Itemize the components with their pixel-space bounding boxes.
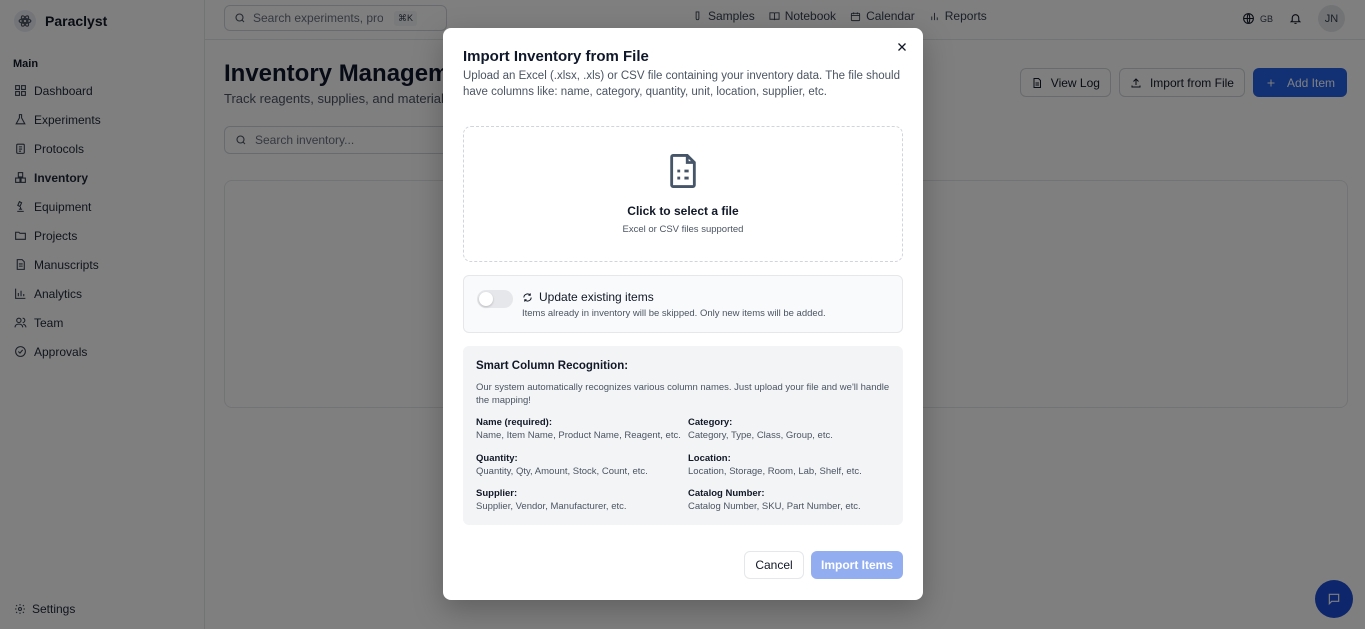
column-mapping-quantity: Quantity: Quantity, Qty, Amount, Stock, …: [476, 453, 686, 477]
modal-title: Import Inventory from File: [463, 48, 649, 65]
field-label: Catalog Number:: [688, 488, 765, 499]
field-label: Quantity:: [476, 453, 518, 464]
field-label: Name (required):: [476, 417, 553, 428]
import-modal: Import Inventory from File Upload an Exc…: [443, 28, 923, 600]
field-values: Catalog Number, SKU, Part Number, etc.: [688, 501, 861, 512]
modal-description: Upload an Excel (.xlsx, .xls) or CSV fil…: [463, 70, 900, 98]
update-existing-card: Update existing items Items already in i…: [463, 275, 903, 333]
field-values: Quantity, Qty, Amount, Stock, Count, etc…: [476, 466, 648, 477]
field-values: Category, Type, Class, Group, etc.: [688, 430, 833, 441]
file-dropzone[interactable]: Click to select a file Excel or CSV file…: [463, 126, 903, 262]
update-existing-heading: Update existing items: [522, 290, 654, 304]
field-label: Category:: [688, 417, 733, 428]
smart-recognition-panel: Smart Column Recognition: Our system aut…: [463, 346, 903, 525]
update-existing-label: Update existing items: [539, 290, 654, 304]
field-label: Supplier:: [476, 488, 518, 499]
smart-description: Our system automatically recognizes vari…: [476, 382, 890, 406]
column-mapping-category: Category: Category, Type, Class, Group, …: [688, 417, 898, 441]
column-mapping-name: Name (required): Name, Item Name, Produc…: [476, 417, 686, 441]
field-values: Supplier, Vendor, Manufacturer, etc.: [476, 501, 627, 512]
toggle-knob: [479, 292, 493, 306]
smart-title: Smart Column Recognition:: [476, 360, 629, 372]
column-mapping-catalog-number: Catalog Number: Catalog Number, SKU, Par…: [688, 488, 898, 512]
import-items-button[interactable]: Import Items: [811, 551, 903, 579]
update-existing-toggle[interactable]: [477, 290, 513, 308]
update-existing-description: Items already in inventory will be skipp…: [522, 308, 826, 319]
refresh-icon: [523, 292, 532, 302]
close-icon[interactable]: [895, 40, 909, 54]
column-mapping-supplier: Supplier: Supplier, Vendor, Manufacturer…: [476, 488, 686, 512]
field-values: Name, Item Name, Product Name, Reagent, …: [476, 430, 681, 441]
field-values: Location, Storage, Room, Lab, Shelf, etc…: [688, 466, 862, 477]
field-label: Location:: [688, 453, 731, 464]
dropzone-title: Click to select a file: [627, 204, 739, 218]
cancel-button[interactable]: Cancel: [744, 551, 804, 579]
file-spreadsheet-icon: [670, 154, 696, 188]
dropzone-subtitle: Excel or CSV files supported: [622, 224, 744, 235]
column-mapping-location: Location: Location, Storage, Room, Lab, …: [688, 453, 898, 477]
